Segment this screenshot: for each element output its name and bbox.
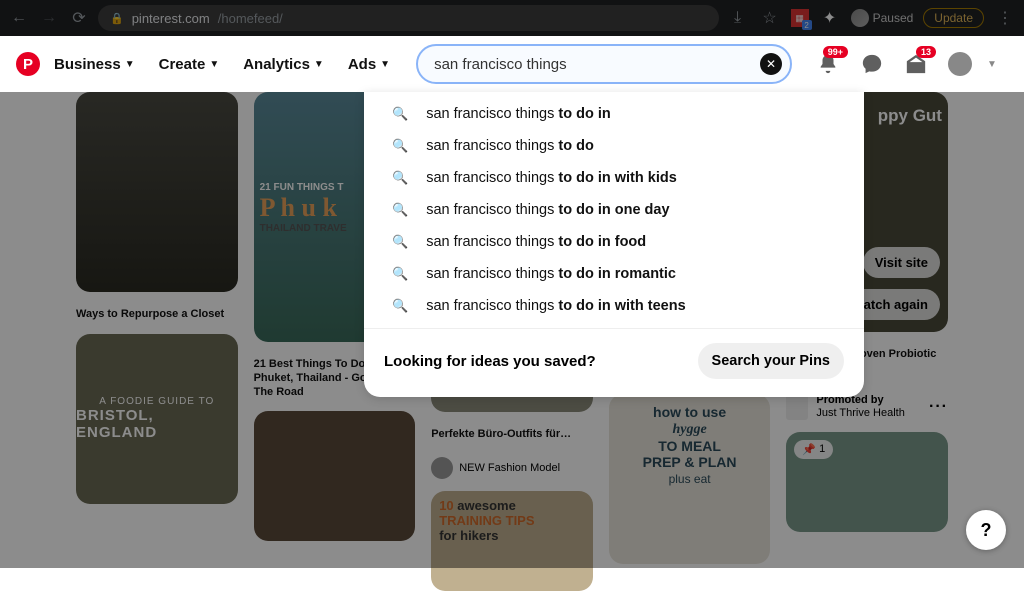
search-input[interactable] (416, 44, 792, 84)
chevron-down-icon: ▼ (314, 59, 324, 70)
search-icon: 🔍 (392, 266, 408, 282)
user-avatar[interactable] (948, 52, 972, 76)
inbox-badge: 13 (916, 46, 936, 58)
autocomplete-item[interactable]: 🔍san francisco things to do in with teen… (364, 290, 864, 322)
menu-ads[interactable]: Ads▼ (338, 48, 400, 81)
clear-search-button[interactable]: ✕ (760, 53, 782, 75)
search-icon: 🔍 (392, 106, 408, 122)
search-icon: 🔍 (392, 298, 408, 314)
menu-analytics[interactable]: Analytics▼ (233, 48, 334, 81)
search-icon: 🔍 (392, 234, 408, 250)
app-header: P Business▼ Create▼ Analytics▼ Ads▼ ✕ 99… (0, 36, 1024, 92)
autocomplete-item[interactable]: 🔍san francisco things to do in romantic (364, 258, 864, 290)
notifications-icon[interactable]: 99+ (816, 52, 840, 76)
autocomplete-item[interactable]: 🔍san francisco things to do in food (364, 226, 864, 258)
autocomplete-item[interactable]: 🔍san francisco things to do (364, 130, 864, 162)
autocomplete-item[interactable]: 🔍san francisco things to do in with kids (364, 162, 864, 194)
menu-business[interactable]: Business▼ (44, 48, 145, 81)
saved-ideas-prompt: Looking for ideas you saved? (384, 353, 596, 370)
messages-icon[interactable] (860, 52, 884, 76)
autocomplete-item[interactable]: 🔍san francisco things to do in (364, 98, 864, 130)
chevron-down-icon: ▼ (209, 59, 219, 70)
search-autocomplete: 🔍san francisco things to do in 🔍san fran… (364, 92, 864, 397)
notifications-badge: 99+ (823, 46, 848, 58)
inbox-icon[interactable]: 13 (904, 52, 928, 76)
help-button[interactable]: ? (966, 510, 1006, 550)
search-icon: 🔍 (392, 138, 408, 154)
search-your-pins-button[interactable]: Search your Pins (698, 343, 844, 379)
account-menu-chevron[interactable]: ▼ (984, 52, 1000, 76)
pinterest-logo-icon[interactable]: P (16, 52, 40, 76)
search-icon: 🔍 (392, 170, 408, 186)
autocomplete-item[interactable]: 🔍san francisco things to do in one day (364, 194, 864, 226)
menu-create[interactable]: Create▼ (149, 48, 230, 81)
chevron-down-icon: ▼ (380, 59, 390, 70)
search-container: ✕ (416, 44, 792, 84)
search-icon: 🔍 (392, 202, 408, 218)
chevron-down-icon: ▼ (125, 59, 135, 70)
